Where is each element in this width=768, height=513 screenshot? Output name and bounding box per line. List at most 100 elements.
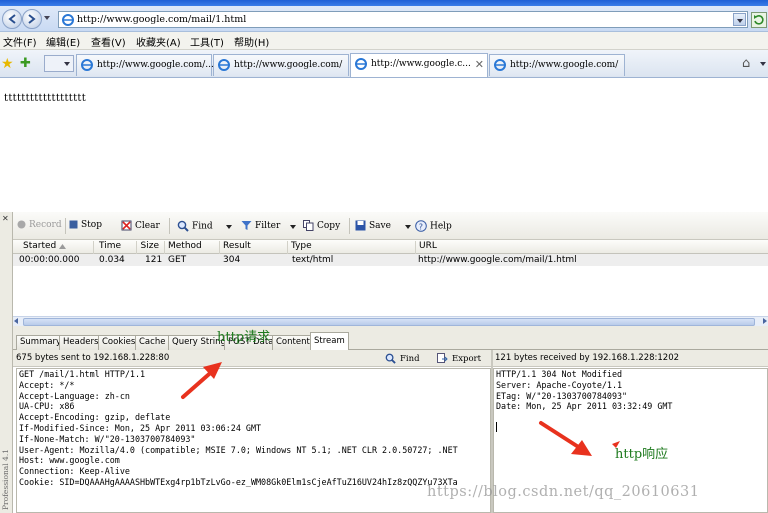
menu-edit[interactable]: 编辑(E): [46, 34, 80, 49]
cell-type: text/html: [292, 255, 334, 265]
cell-method: GET: [168, 255, 187, 265]
col-time[interactable]: Time: [94, 241, 137, 254]
browser-tab-4[interactable]: http://www.google.com/: [489, 54, 625, 76]
scroll-left-icon[interactable]: [14, 318, 18, 324]
tab-cookies[interactable]: Cookies: [98, 335, 140, 350]
url-dropdown-button[interactable]: [733, 13, 746, 26]
col-started[interactable]: Started: [13, 241, 94, 254]
session-list-header: Started Time Size Method Result Type URL: [13, 240, 768, 254]
session-list: Started Time Size Method Result Type URL…: [13, 240, 768, 326]
arrow-left-icon: [8, 14, 16, 24]
session-row[interactable]: 00:00:00.000 0.034 121 GET 304 text/html…: [13, 254, 768, 266]
find-label: Find: [400, 354, 420, 364]
col-result[interactable]: Result: [220, 241, 288, 254]
add-favorite-icon[interactable]: ✚: [20, 56, 31, 71]
menu-help[interactable]: 帮助(H): [234, 34, 269, 49]
browser-tab-3[interactable]: http://www.google.c... ✕: [350, 53, 488, 77]
find-button[interactable]: Find: [385, 353, 420, 364]
toolbar-separator: [349, 218, 350, 234]
watermark: https://blog.csdn.net/qq_20610631: [427, 484, 700, 500]
history-dropdown-icon[interactable]: [44, 16, 50, 20]
save-button[interactable]: Save: [355, 220, 391, 231]
help-label: Help: [430, 221, 452, 232]
request-line: Connection: Keep-Alive: [19, 466, 130, 477]
home-dropdown-icon[interactable]: [760, 62, 766, 66]
tab-content[interactable]: Content: [272, 335, 314, 350]
request-raw-text[interactable]: GET /mail/1.html HTTP/1.1 Accept: */* Ac…: [16, 368, 491, 513]
menu-favorites[interactable]: 收藏夹(A): [136, 34, 181, 49]
request-info-bar: 675 bytes sent to 192.168.1.228:80 Find …: [13, 350, 491, 367]
find-label: Find: [192, 221, 213, 232]
menu-file[interactable]: 文件(F): [3, 34, 37, 49]
scroll-right-icon[interactable]: [763, 318, 767, 324]
sort-ascending-icon: [59, 244, 66, 249]
back-button[interactable]: [2, 9, 22, 29]
tab-title: http://www.google.com/: [510, 60, 619, 70]
stop-button[interactable]: Stop: [69, 220, 102, 230]
ie-page-icon: [355, 58, 367, 70]
copy-icon: [303, 220, 314, 231]
quick-tabs-button[interactable]: [44, 55, 74, 72]
clear-button[interactable]: Clear: [121, 220, 160, 231]
inspector-tabs: Summary Headers Cookies Cache Query Stri…: [13, 326, 768, 351]
save-label: Save: [369, 221, 391, 231]
home-icon[interactable]: ⌂: [742, 56, 750, 71]
response-line: Date: Mon, 25 Apr 2011 03:32:49 GMT: [496, 401, 673, 412]
close-panel-icon[interactable]: ✕: [2, 214, 9, 223]
favorites-star-icon[interactable]: ★: [1, 56, 14, 72]
edition-label: Professional 4.1: [1, 449, 10, 510]
fiddler-toolbar: Record Stop Clear Find Filter Copy Save …: [13, 212, 768, 240]
col-size[interactable]: Size: [137, 241, 165, 254]
save-icon: [355, 220, 366, 231]
record-button[interactable]: Record: [17, 220, 62, 230]
save-dropdown-icon[interactable]: [405, 225, 411, 229]
menu-tools[interactable]: 工具(T): [190, 34, 224, 49]
browser-tab-2[interactable]: http://www.google.com/: [213, 54, 349, 76]
export-button[interactable]: Export: [437, 353, 481, 364]
request-line: UA-CPU: x86: [19, 401, 75, 412]
tab-summary[interactable]: Summary: [16, 335, 66, 350]
refresh-button[interactable]: [751, 12, 767, 28]
filter-dropdown-icon[interactable]: [290, 225, 296, 229]
col-url[interactable]: URL: [416, 241, 768, 254]
toolbar-separator: [65, 218, 66, 234]
request-bytes-info: 675 bytes sent to 192.168.1.228:80: [16, 353, 170, 363]
browser-tab-1[interactable]: http://www.google.com/...: [76, 54, 214, 76]
find-dropdown-icon[interactable]: [226, 225, 232, 229]
request-line: If-None-Match: W/"20-1303700784093": [19, 433, 196, 444]
horizontal-scrollbar[interactable]: [13, 316, 768, 326]
tab-title: http://www.google.com/: [234, 60, 343, 70]
copy-label: Copy: [317, 221, 341, 231]
close-tab-icon[interactable]: ✕: [475, 58, 484, 71]
forward-button[interactable]: [22, 9, 42, 29]
col-type[interactable]: Type: [288, 241, 416, 254]
refresh-icon: [754, 15, 764, 25]
find-button[interactable]: Find: [177, 220, 213, 232]
tab-headers[interactable]: Headers: [59, 335, 103, 350]
response-line: ETag: W/"20-1303700784093": [496, 390, 628, 401]
tab-stream[interactable]: Stream: [310, 332, 349, 351]
record-icon: [17, 220, 26, 229]
response-annotation: http响应: [615, 447, 669, 462]
scrollbar-thumb[interactable]: [23, 318, 755, 326]
tab-cache[interactable]: Cache: [135, 335, 170, 350]
response-info-bar: 121 bytes received by 192.168.1.228:1202: [493, 350, 768, 367]
tab-bar: ★ ✚ http://www.google.com/... http://www…: [0, 50, 768, 78]
address-bar[interactable]: http://www.google.com/mail/1.html: [58, 11, 748, 28]
copy-button[interactable]: Copy: [303, 220, 340, 231]
tab-title: http://www.google.c...: [371, 59, 471, 69]
tab-title: http://www.google.com/...: [97, 60, 214, 70]
toolbar-separator: [169, 218, 170, 234]
filter-button[interactable]: Filter: [241, 220, 280, 231]
cell-size: 121: [145, 255, 163, 265]
help-button[interactable]: ? Help: [415, 220, 452, 232]
request-line: Accept-Language: zh-cn: [19, 390, 130, 401]
col-method[interactable]: Method: [165, 241, 220, 254]
cell-started: 00:00:00.000: [19, 255, 80, 265]
cell-time: 0.034: [99, 255, 125, 265]
menu-view[interactable]: 查看(V): [91, 34, 126, 49]
request-line: If-Modified-Since: Mon, 25 Apr 2011 03:0…: [19, 422, 262, 433]
url-text[interactable]: http://www.google.com/mail/1.html: [77, 14, 246, 25]
request-pane: 675 bytes sent to 192.168.1.228:80 Find …: [13, 350, 491, 513]
record-label: Record: [29, 220, 62, 230]
